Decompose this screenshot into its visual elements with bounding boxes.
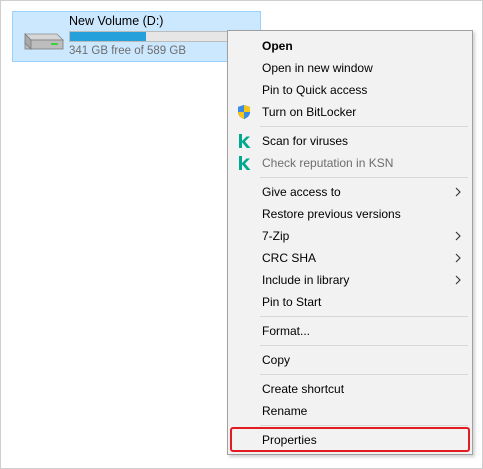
drive-free-space: 341 GB free of 589 GB bbox=[69, 45, 186, 57]
menu-item-include-library[interactable]: Include in library bbox=[230, 269, 470, 291]
menu-item-label: Scan for viruses bbox=[262, 134, 349, 148]
explorer-content-area: New Volume (D:) 341 GB free of 589 GB Op… bbox=[0, 0, 483, 469]
hard-drive-icon bbox=[24, 33, 64, 50]
menu-item-crc-sha[interactable]: CRC SHA bbox=[230, 247, 470, 269]
drive-usage-fill bbox=[70, 32, 147, 41]
menu-item-pin-start[interactable]: Pin to Start bbox=[230, 291, 470, 313]
uac-shield-icon bbox=[238, 105, 250, 119]
drive-usage-bar bbox=[69, 31, 253, 42]
menu-item-label: Pin to Quick access bbox=[262, 83, 368, 97]
menu-item-open-new-window[interactable]: Open in new window bbox=[230, 57, 470, 79]
chevron-right-icon bbox=[455, 187, 461, 197]
menu-item-label: Properties bbox=[262, 433, 317, 447]
menu-separator bbox=[260, 425, 468, 426]
kaspersky-icon bbox=[239, 134, 251, 148]
menu-item-create-shortcut[interactable]: Create shortcut bbox=[230, 378, 470, 400]
menu-item-pin-quick-access[interactable]: Pin to Quick access bbox=[230, 79, 470, 101]
kaspersky-icon bbox=[239, 156, 251, 170]
menu-item-label: Include in library bbox=[262, 273, 350, 287]
drive-name: New Volume (D:) bbox=[69, 14, 164, 28]
menu-item-label: Pin to Start bbox=[262, 295, 322, 309]
chevron-right-icon bbox=[455, 253, 461, 263]
menu-item-properties[interactable]: Properties bbox=[230, 427, 470, 452]
menu-item-bitlocker[interactable]: Turn on BitLocker bbox=[230, 101, 470, 123]
chevron-right-icon bbox=[455, 275, 461, 285]
menu-item-format[interactable]: Format... bbox=[230, 320, 470, 342]
menu-item-label: Check reputation in KSN bbox=[262, 156, 394, 170]
menu-item-label: Open in new window bbox=[262, 61, 373, 75]
menu-separator bbox=[260, 126, 468, 127]
menu-item-label: Copy bbox=[262, 353, 291, 367]
menu-item-label: Rename bbox=[262, 404, 308, 418]
menu-item-label: Create shortcut bbox=[262, 382, 345, 396]
menu-item-rename[interactable]: Rename bbox=[230, 400, 470, 422]
chevron-right-icon bbox=[455, 231, 461, 241]
menu-item-7zip[interactable]: 7-Zip bbox=[230, 225, 470, 247]
menu-item-scan-viruses[interactable]: Scan for viruses bbox=[230, 130, 470, 152]
context-menu: Open Open in new window Pin to Quick acc… bbox=[227, 30, 473, 455]
menu-item-label: Restore previous versions bbox=[262, 207, 401, 221]
menu-item-open[interactable]: Open bbox=[230, 35, 470, 57]
menu-separator bbox=[260, 374, 468, 375]
menu-item-restore-versions[interactable]: Restore previous versions bbox=[230, 203, 470, 225]
menu-item-label: Open bbox=[262, 39, 293, 53]
menu-item-copy[interactable]: Copy bbox=[230, 349, 470, 371]
menu-item-label: Format... bbox=[262, 324, 311, 338]
menu-separator bbox=[260, 345, 468, 346]
menu-item-label: 7-Zip bbox=[262, 229, 290, 243]
menu-item-give-access[interactable]: Give access to bbox=[230, 181, 470, 203]
menu-item-check-reputation[interactable]: Check reputation in KSN bbox=[230, 152, 470, 174]
menu-separator bbox=[260, 177, 468, 178]
drive-tile-d[interactable]: New Volume (D:) 341 GB free of 589 GB bbox=[12, 11, 261, 62]
menu-item-label: Turn on BitLocker bbox=[262, 105, 357, 119]
menu-item-label: CRC SHA bbox=[262, 251, 317, 265]
menu-separator bbox=[260, 316, 468, 317]
menu-item-label: Give access to bbox=[262, 185, 341, 199]
